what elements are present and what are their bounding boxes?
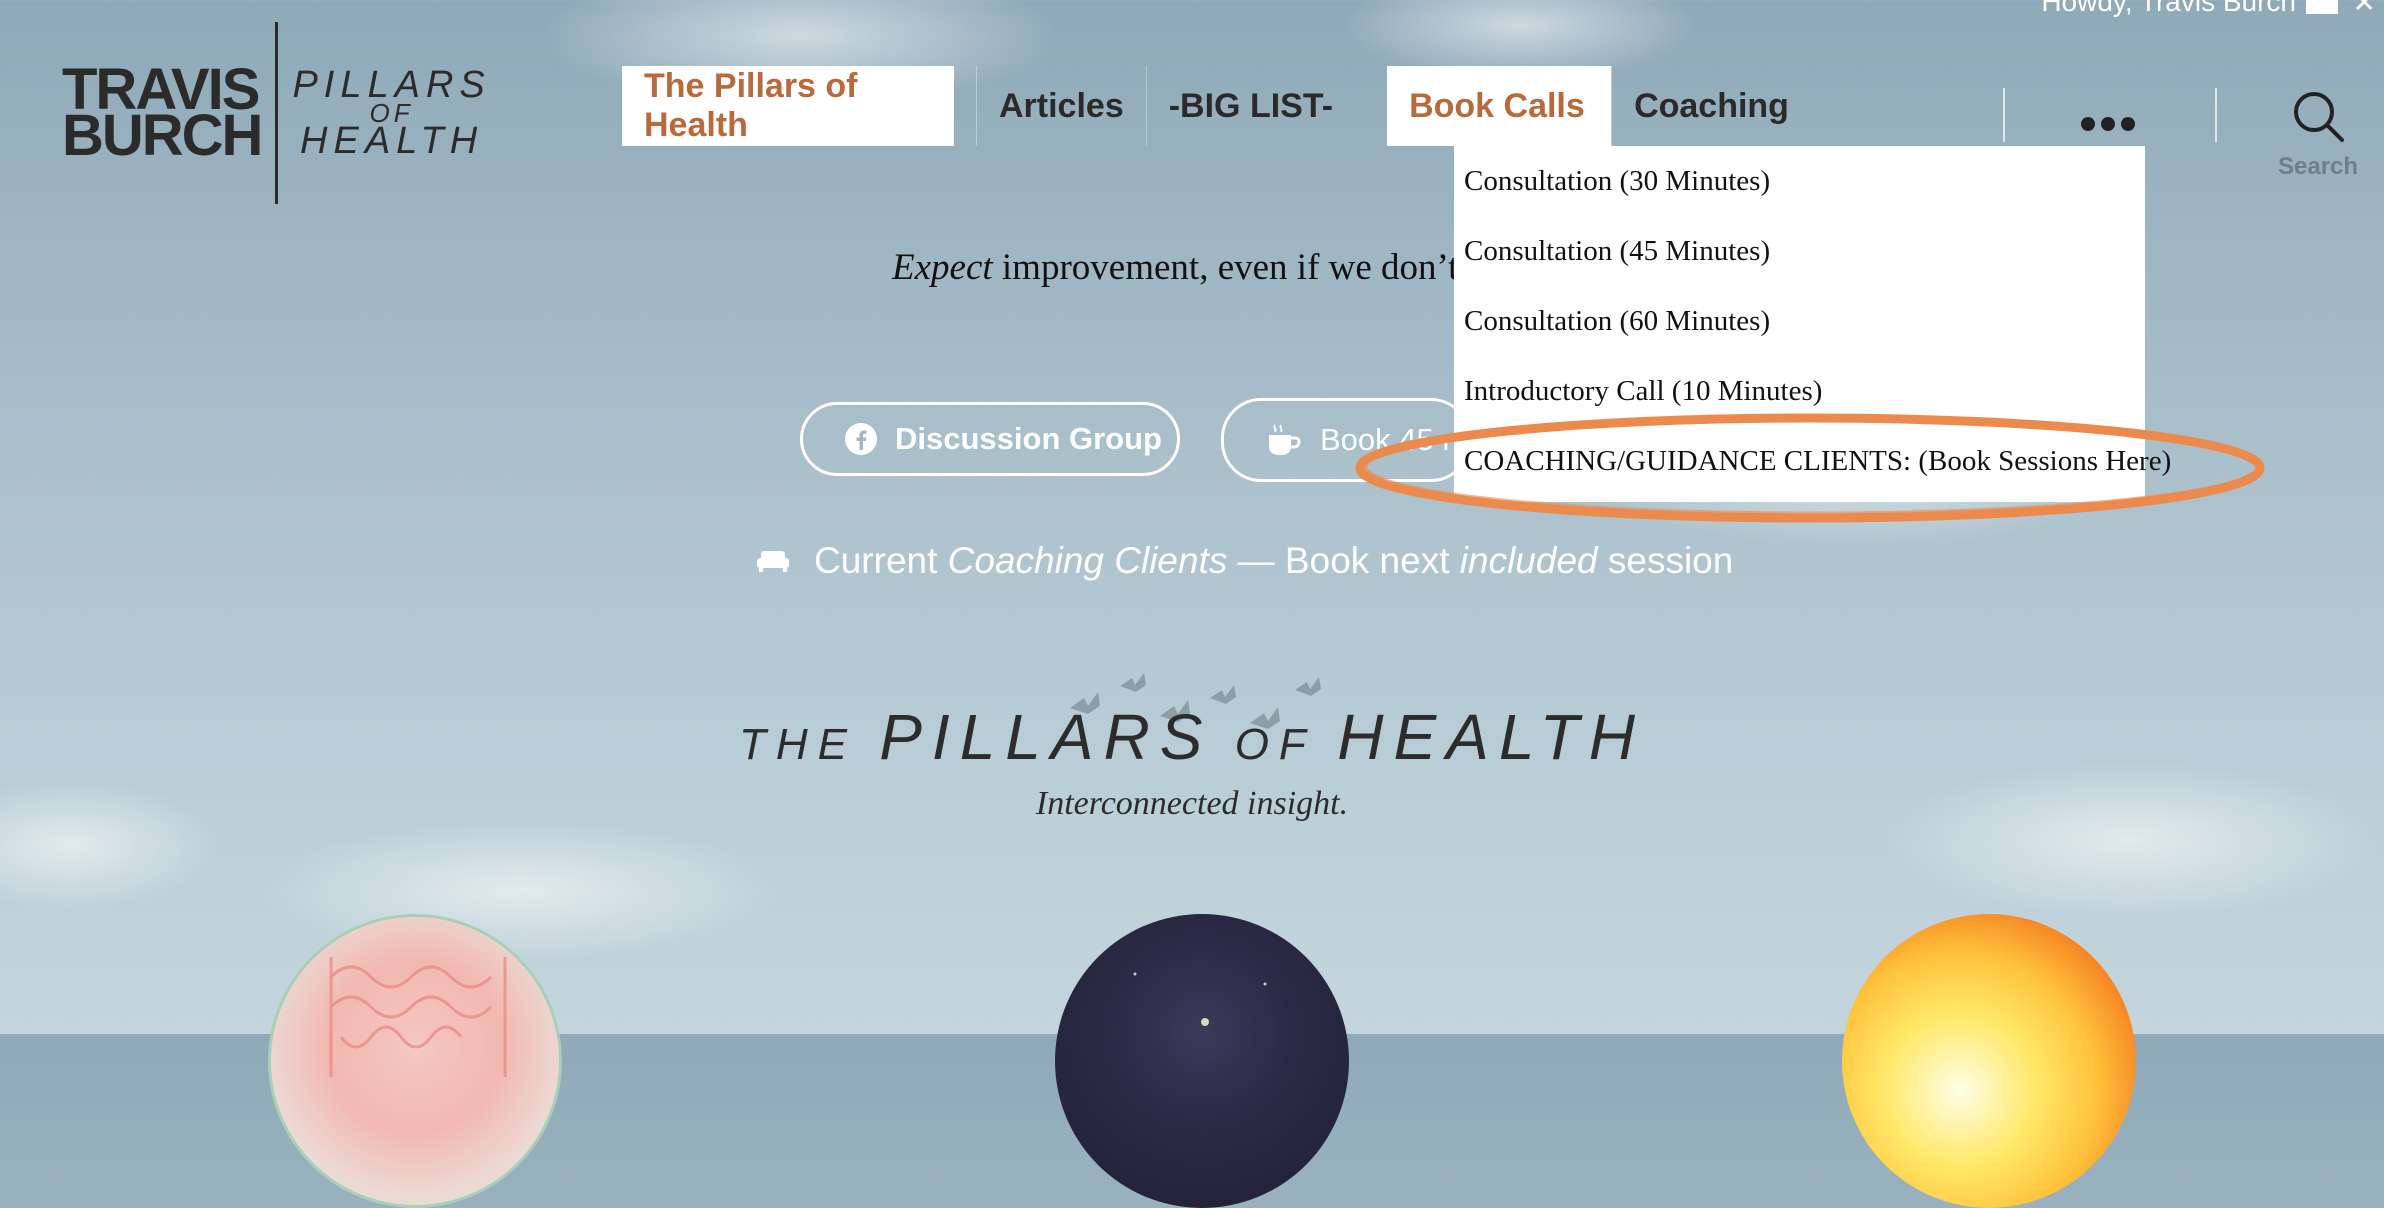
dropdown-item-consultation-30[interactable]: Consultation (30 Minutes) <box>1454 146 2145 216</box>
coffee-cup-icon <box>1266 423 1302 457</box>
search-button[interactable]: Search <box>2278 88 2358 181</box>
title-of: OF <box>1212 720 1338 769</box>
nav-divider <box>2003 88 2005 142</box>
dropdown-item-consultation-60[interactable]: Consultation (60 Minutes) <box>1454 286 2145 356</box>
admin-close-icon[interactable]: ✕ <box>2353 0 2376 19</box>
tagline-emphasis: Expect <box>892 247 993 288</box>
nav-item-big-list[interactable]: -BIG LIST- <box>1147 66 1355 146</box>
title-health: HEALTH <box>1337 701 1645 773</box>
nav-divider <box>2215 88 2217 142</box>
ellipsis-icon[interactable] <box>2080 96 2136 144</box>
highlight-ellipse <box>1355 413 2265 523</box>
intestine-illustration <box>329 957 507 1077</box>
logo-name-line2: BURCH <box>62 103 263 168</box>
coaching-clients-link[interactable]: Current Coaching Clients — Book next inc… <box>756 540 1733 582</box>
coach-line-text: session <box>1597 540 1734 581</box>
search-icon <box>2294 92 2344 142</box>
nav-item-coaching[interactable]: Coaching <box>1612 66 1811 146</box>
discussion-group-button[interactable]: Discussion Group <box>800 402 1180 476</box>
more-dots-svg <box>2081 117 2135 131</box>
nav-item-articles[interactable]: Articles <box>977 66 1146 146</box>
admin-avatar[interactable] <box>2306 0 2338 14</box>
nav-item-book-calls[interactable]: Book Calls <box>1387 66 1612 146</box>
logo-brand-line1: PILLARS <box>292 64 491 106</box>
logo-brand: PILLARS OF HEALTH <box>278 64 491 162</box>
coach-line-text: Current <box>814 540 948 581</box>
couch-icon <box>756 549 790 573</box>
logo-name: TRAVIS BURCH <box>62 61 275 168</box>
nav-item-pillars-of-health[interactable]: The Pillars of Health <box>622 66 954 146</box>
hero-tagline: Expect improvement, even if we don’t see… <box>892 246 1535 289</box>
logo-brand-line3: HEALTH <box>300 120 484 162</box>
search-label: Search <box>2278 153 2359 180</box>
dropdown-item-consultation-45[interactable]: Consultation (45 Minutes) <box>1454 216 2145 286</box>
pillar-image-sleep[interactable] <box>1055 914 1349 1208</box>
admin-greeting[interactable]: Howdy, Travis Burch <box>2041 0 2296 18</box>
title-the: THE <box>739 720 880 769</box>
site-title: THE PILLARS OF HEALTH <box>0 700 2384 774</box>
site-logo[interactable]: TRAVIS BURCH PILLARS OF HEALTH <box>62 22 491 204</box>
pillar-image-sunlight[interactable] <box>1842 914 2136 1208</box>
pillar-image-digestion[interactable] <box>268 914 562 1208</box>
coach-line-emphasis: included <box>1459 540 1598 581</box>
facebook-icon <box>845 423 877 455</box>
main-nav: The Pillars of Health Articles -BIG LIST… <box>622 66 1811 146</box>
night-sky-illustration <box>1133 972 1267 1026</box>
coach-line-emphasis: Coaching Clients <box>947 540 1228 581</box>
discussion-group-label: Discussion Group <box>895 421 1162 456</box>
title-pillars: PILLARS <box>879 701 1213 773</box>
site-subtitle: Interconnected insight. <box>1035 785 1349 822</box>
coach-line-text: — Book next <box>1227 540 1460 581</box>
cloud <box>1880 760 2380 920</box>
